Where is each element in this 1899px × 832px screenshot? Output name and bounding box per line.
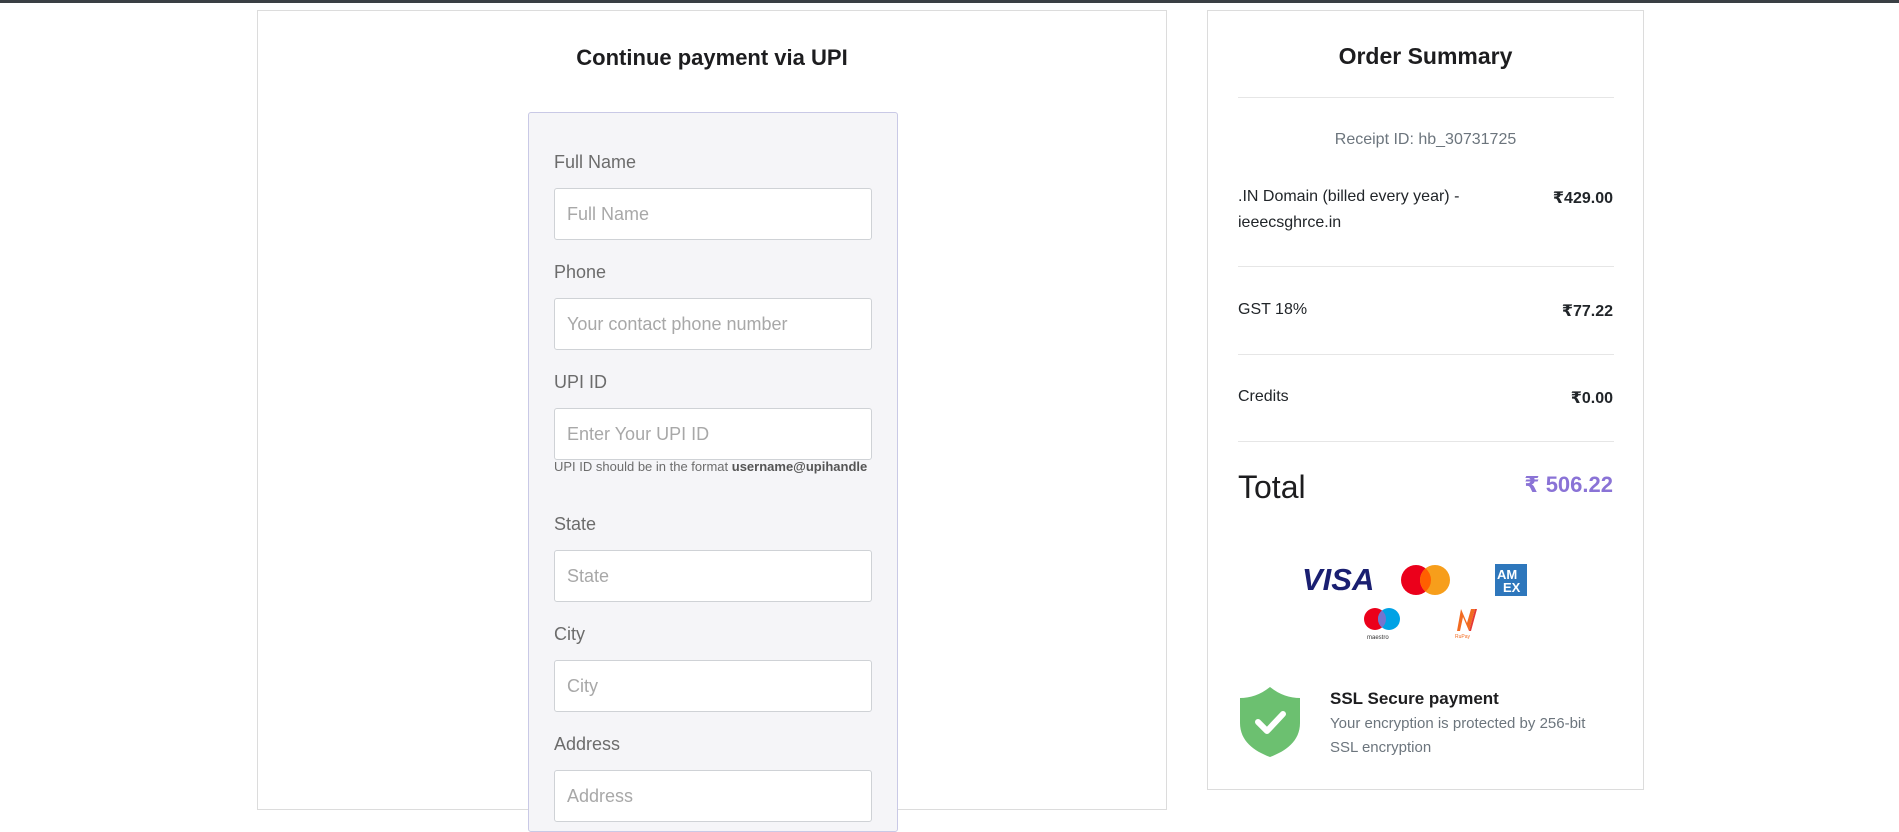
ssl-title: SSL Secure payment [1330,689,1499,708]
state-input[interactable] [554,550,872,602]
payment-title: Continue payment via UPI [576,45,848,70]
ssl-description: Your encryption is protected by 256-bit … [1330,715,1586,756]
total-label: Total [1238,469,1306,505]
line-item-gst-label: GST 18% [1238,301,1308,318]
divider [1238,97,1614,98]
line-item-domain-label: .IN Domain (billed every year) - ieeecsg… [1238,188,1460,231]
svg-text:VISA: VISA [1302,562,1374,595]
city-label: City [554,624,585,644]
divider [1238,266,1614,267]
full-name-label: Full Name [554,152,637,172]
mastercard-icon [1401,565,1450,595]
svg-text:RuPay: RuPay [1455,634,1471,640]
state-label: State [554,514,597,534]
upi-form: Full Name Phone UPI ID UPI ID should be … [528,112,898,832]
shield-check-icon [1240,687,1300,757]
full-name-input[interactable] [554,188,872,240]
upi-id-label: UPI ID [554,372,608,392]
svg-text:EX: EX [1503,580,1521,595]
line-item-gst-price: ₹77.22 [1561,303,1613,320]
divider [1238,354,1614,355]
line-item-credits-price: ₹0.00 [1570,390,1613,407]
order-summary-panel: Order Summary Receipt ID: hb_30731725 .I… [1207,10,1644,790]
address-input[interactable] [554,770,872,822]
amex-icon: AM EX [1495,564,1527,596]
receipt-id: Receipt ID: hb_30731725 [1334,131,1517,148]
svg-text:maestro: maestro [1367,635,1389,641]
upi-hint-format: username@upihandle [731,459,868,474]
upi-id-hint: UPI ID should be in the format username@… [554,459,867,474]
phone-input[interactable] [554,298,872,350]
top-border [0,0,1899,3]
city-input[interactable] [554,660,872,712]
address-label: Address [554,734,621,754]
payment-panel: Continue payment via UPI Full Name Phone… [257,10,1167,832]
line-item-domain-price: ₹429.00 [1552,190,1613,207]
upi-id-input[interactable] [554,408,872,460]
rupay-icon: RuPay [1455,609,1477,640]
phone-label: Phone [554,262,607,282]
line-item-credits-label: Credits [1238,388,1289,405]
upi-hint-prefix: UPI ID should be in the format [554,459,732,474]
maestro-icon: maestro [1364,608,1400,641]
visa-icon: VISA [1302,562,1374,595]
order-summary-title: Order Summary [1338,43,1513,69]
total-amount: ₹ 506.22 [1524,472,1613,497]
divider [1238,441,1614,442]
